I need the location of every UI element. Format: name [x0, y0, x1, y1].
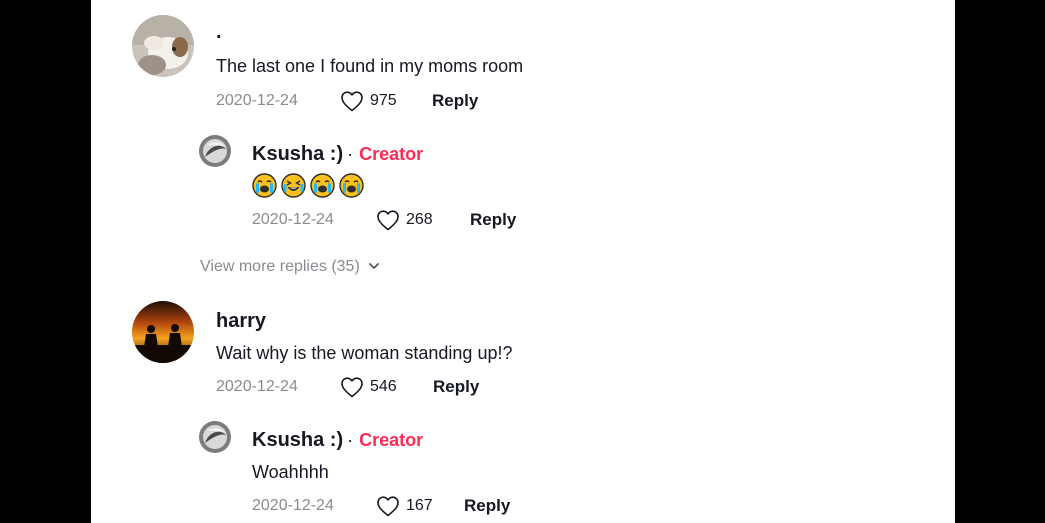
avatar[interactable] [132, 15, 194, 77]
comment-username[interactable]: harry [216, 309, 266, 333]
like-count: 167 [406, 497, 433, 514]
comment-date: 2020-12-24 [216, 378, 298, 395]
comment-panel: . The last one I found in my moms room 2… [91, 0, 955, 523]
like-button[interactable]: 268 [376, 209, 433, 231]
like-count: 268 [406, 211, 433, 228]
loudly-crying-face-icon [310, 173, 335, 198]
grinning-squinting-face-with-tears-icon [281, 173, 306, 198]
loudly-crying-face-icon [252, 173, 277, 198]
heart-icon [340, 90, 364, 112]
like-count: 546 [370, 378, 397, 395]
reply-button[interactable]: Reply [432, 91, 478, 111]
reply-date: 2020-12-24 [252, 497, 334, 514]
heart-icon [376, 209, 400, 231]
heart-icon [376, 495, 400, 517]
like-count: 975 [370, 92, 397, 109]
reply-header: Ksusha :) · Creator [252, 428, 423, 452]
reply-text: Woahhhh [252, 462, 329, 482]
comment-text: Wait why is the woman standing up!? [216, 343, 513, 363]
loudly-crying-face-icon [339, 173, 364, 198]
separator: · [347, 143, 354, 164]
separator: · [347, 429, 354, 450]
reply-username[interactable]: Ksusha :) [252, 428, 343, 452]
reply-emoji-text [252, 173, 364, 198]
avatar[interactable] [199, 421, 231, 453]
like-button[interactable]: 546 [340, 376, 397, 398]
heart-icon [340, 376, 364, 398]
reply-button[interactable]: Reply [433, 377, 479, 397]
reply-header: Ksusha :) · Creator [252, 142, 423, 166]
view-more-label: View more replies (35) [200, 258, 360, 275]
like-button[interactable]: 167 [376, 495, 433, 517]
creator-badge: Creator [359, 429, 424, 450]
reply-username[interactable]: Ksusha :) [252, 142, 343, 166]
reply-button[interactable]: Reply [470, 210, 516, 230]
comment-text: The last one I found in my moms room [216, 56, 524, 76]
view-more-replies-button[interactable]: View more replies (35) [200, 257, 380, 277]
avatar[interactable] [199, 135, 231, 167]
reply-date: 2020-12-24 [252, 211, 334, 228]
like-button[interactable]: 975 [340, 90, 397, 112]
reply-button[interactable]: Reply [464, 496, 510, 516]
comment-date: 2020-12-24 [216, 92, 298, 109]
creator-badge: Creator [359, 143, 424, 164]
chevron-down-icon [368, 257, 380, 277]
comment-username[interactable]: . [216, 22, 222, 42]
avatar[interactable] [132, 301, 194, 363]
